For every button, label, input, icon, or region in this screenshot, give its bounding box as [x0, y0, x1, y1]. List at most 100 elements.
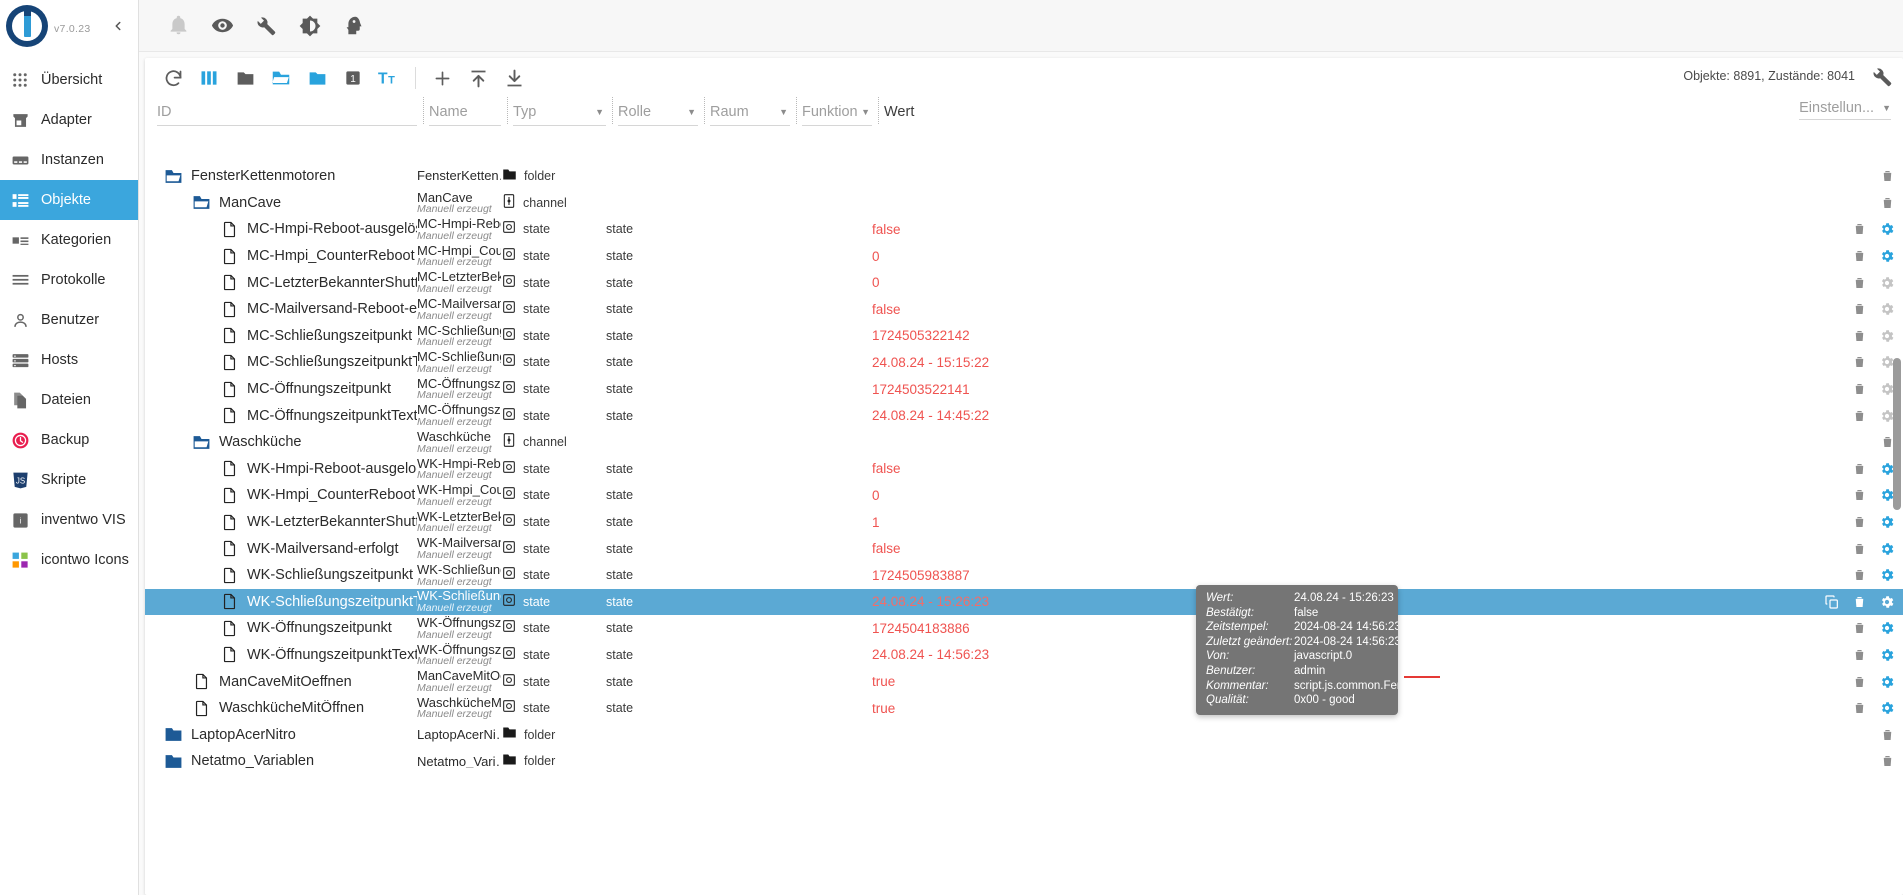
folder-open-icon[interactable]: [263, 61, 299, 95]
copy-icon[interactable]: [1824, 594, 1840, 610]
gear-icon[interactable]: [1879, 248, 1895, 264]
row-id-cell[interactable]: MC-LetzterBekannterShutter: [145, 273, 417, 292]
folder-closed-icon[interactable]: [163, 752, 184, 771]
file-icon[interactable]: [219, 380, 240, 399]
file-icon[interactable]: [219, 619, 240, 638]
gear-icon[interactable]: [1879, 514, 1895, 530]
folder-open-icon[interactable]: [163, 167, 184, 186]
table-row[interactable]: WK-Öffnungszeitpunkt WK-Öffnungsze Manuell…: [145, 615, 1903, 642]
folder-closed-icon[interactable]: [163, 725, 184, 744]
row-id-cell[interactable]: ManCaveMitOeffnen: [145, 672, 417, 691]
row-id-cell[interactable]: ManCave: [145, 193, 417, 212]
settings-select[interactable]: Einstellun... ▼: [1799, 100, 1891, 120]
depth-one-icon[interactable]: 1: [335, 61, 371, 95]
chevron-down-icon[interactable]: ▼: [779, 107, 788, 117]
download-icon[interactable]: [496, 61, 532, 95]
delete-icon[interactable]: [1852, 381, 1867, 397]
table-row[interactable]: WK-Schließungszeitpunkt WK-Schließung Manu…: [145, 562, 1903, 589]
table-row[interactable]: MC-Schließungszeitpunkt MC-Schließung: Man…: [145, 323, 1903, 350]
row-id-cell[interactable]: FensterKettenmotoren: [145, 167, 417, 186]
delete-icon[interactable]: [1852, 514, 1867, 530]
chevron-down-icon[interactable]: ▼: [595, 107, 604, 117]
sidebar-item-inventwo-vis[interactable]: i inventwo VIS: [0, 500, 138, 540]
eye-icon[interactable]: [209, 13, 235, 39]
row-wert-cell[interactable]: 0: [872, 488, 1903, 503]
table-row[interactable]: WK-LetzterBekannterShutterWK-LetzterBeka…: [145, 509, 1903, 536]
row-id-cell[interactable]: WK-Hmpi-Reboot-ausgeloest: [145, 459, 417, 478]
folder-closed-icon[interactable]: [227, 61, 263, 95]
sidebar-item-icontwo-icons[interactable]: icontwo Icons: [0, 540, 138, 580]
delete-icon[interactable]: [1852, 461, 1867, 477]
brightness-icon[interactable]: [297, 13, 323, 39]
column-header-wert[interactable]: Wert: [878, 97, 1903, 126]
delete-icon[interactable]: [1852, 354, 1867, 370]
row-id-cell[interactable]: WK-ÖffnungszeitpunktText: [145, 645, 417, 664]
row-wert-cell[interactable]: false: [872, 541, 1903, 556]
table-row[interactable]: ManCaveMitOeffnen ManCaveMitOe Manuell erz…: [145, 668, 1903, 695]
column-header-typ[interactable]: Typ ▼: [507, 97, 614, 126]
table-row[interactable]: MC-SchließungszeitpunktTextMC-Schließung…: [145, 349, 1903, 376]
sidebar-item-instanzen[interactable]: Instanzen: [0, 140, 138, 180]
table-row[interactable]: WK-ÖffnungszeitpunktText WK-Öffnungsze Man…: [145, 642, 1903, 669]
file-icon[interactable]: [219, 539, 240, 558]
upload-icon[interactable]: [460, 61, 496, 95]
gear-icon[interactable]: [1879, 541, 1895, 557]
delete-icon[interactable]: [1852, 674, 1867, 690]
row-wert-cell[interactable]: 24.08.24 - 14:45:22: [872, 408, 1903, 423]
table-row[interactable]: Netatmo_Variablen Netatmo_Vari… folder: [145, 748, 1903, 775]
table-row[interactable]: MC-LetzterBekannterShutterMC-LetzterBeka…: [145, 269, 1903, 296]
settings-wrench-icon[interactable]: [1871, 66, 1893, 93]
gear-icon[interactable]: [1879, 275, 1895, 291]
row-id-cell[interactable]: WK-SchließungszeitpunktText: [145, 592, 417, 611]
table-row[interactable]: WK-SchließungszeitpunktTextWK-Schließung…: [145, 588, 1903, 616]
delete-icon[interactable]: [1852, 328, 1867, 344]
gear-icon[interactable]: [1879, 674, 1895, 690]
delete-icon[interactable]: [1852, 487, 1867, 503]
file-icon[interactable]: [219, 592, 240, 611]
file-icon[interactable]: [219, 220, 240, 239]
row-id-cell[interactable]: WK-Hmpi_CounterReboot: [145, 486, 417, 505]
table-row[interactable]: MC-Hmpi-Reboot-ausgelöst MC-Hmpi-Rebo Manu…: [145, 216, 1903, 243]
sidebar-item-benutzer[interactable]: Benutzer: [0, 300, 138, 340]
row-id-cell[interactable]: MC-Schließungszeitpunkt: [145, 326, 417, 345]
chevron-down-icon[interactable]: ▼: [1882, 103, 1891, 113]
row-wert-cell[interactable]: 1724505983887: [872, 568, 1903, 583]
delete-icon[interactable]: [1852, 700, 1867, 716]
delete-icon[interactable]: [1852, 541, 1867, 557]
file-icon[interactable]: [219, 513, 240, 532]
row-id-cell[interactable]: WK-Mailversand-erfolgt: [145, 539, 417, 558]
table-row[interactable]: MC-Hmpi_CounterReboot MC-Hmpi_Cour Manuell…: [145, 243, 1903, 270]
delete-icon[interactable]: [1852, 408, 1867, 424]
row-id-cell[interactable]: WK-LetzterBekannterShutter: [145, 513, 417, 532]
row-id-cell[interactable]: MC-Hmpi-Reboot-ausgelöst: [145, 220, 417, 239]
row-wert-cell[interactable]: false: [872, 302, 1903, 317]
table-row[interactable]: Waschküche Waschküche Manuell erzeugt chann…: [145, 429, 1903, 456]
row-id-cell[interactable]: Waschküche: [145, 433, 417, 452]
gear-icon[interactable]: [1879, 647, 1895, 663]
gear-icon[interactable]: [1879, 594, 1895, 610]
column-header-id[interactable]: ID: [153, 98, 425, 126]
bell-icon[interactable]: [165, 13, 191, 39]
table-row[interactable]: LaptopAcerNitro LaptopAcerNi… folder: [145, 721, 1903, 748]
delete-icon[interactable]: [1880, 753, 1895, 769]
sidebar-item-kategorien[interactable]: Kategorien: [0, 220, 138, 260]
delete-icon[interactable]: [1852, 594, 1867, 610]
delete-icon[interactable]: [1852, 567, 1867, 583]
row-id-cell[interactable]: WK-Schließungszeitpunkt: [145, 566, 417, 585]
table-row[interactable]: MC-Mailversand-Reboot-erfolgMC-Mailversa…: [145, 296, 1903, 323]
file-icon[interactable]: [219, 406, 240, 425]
row-id-cell[interactable]: LaptopAcerNitro: [145, 725, 417, 744]
file-icon[interactable]: [219, 273, 240, 292]
folder-filled-icon[interactable]: [299, 61, 335, 95]
file-icon[interactable]: [219, 645, 240, 664]
row-id-cell[interactable]: MC-Mailversand-Reboot-erfolg: [145, 300, 417, 319]
row-wert-cell[interactable]: 1724505322142: [872, 328, 1903, 343]
row-wert-cell[interactable]: 1: [872, 515, 1903, 530]
row-id-cell[interactable]: WaschkücheMitÖffnen: [145, 699, 417, 718]
file-icon[interactable]: [191, 699, 212, 718]
file-icon[interactable]: [191, 672, 212, 691]
delete-icon[interactable]: [1880, 195, 1895, 211]
table-row[interactable]: MC-ÖffnungszeitpunktText MC-Öffnungsze Man…: [145, 402, 1903, 429]
row-id-cell[interactable]: MC-Öffnungszeitpunkt: [145, 380, 417, 399]
gear-icon[interactable]: [1879, 700, 1895, 716]
